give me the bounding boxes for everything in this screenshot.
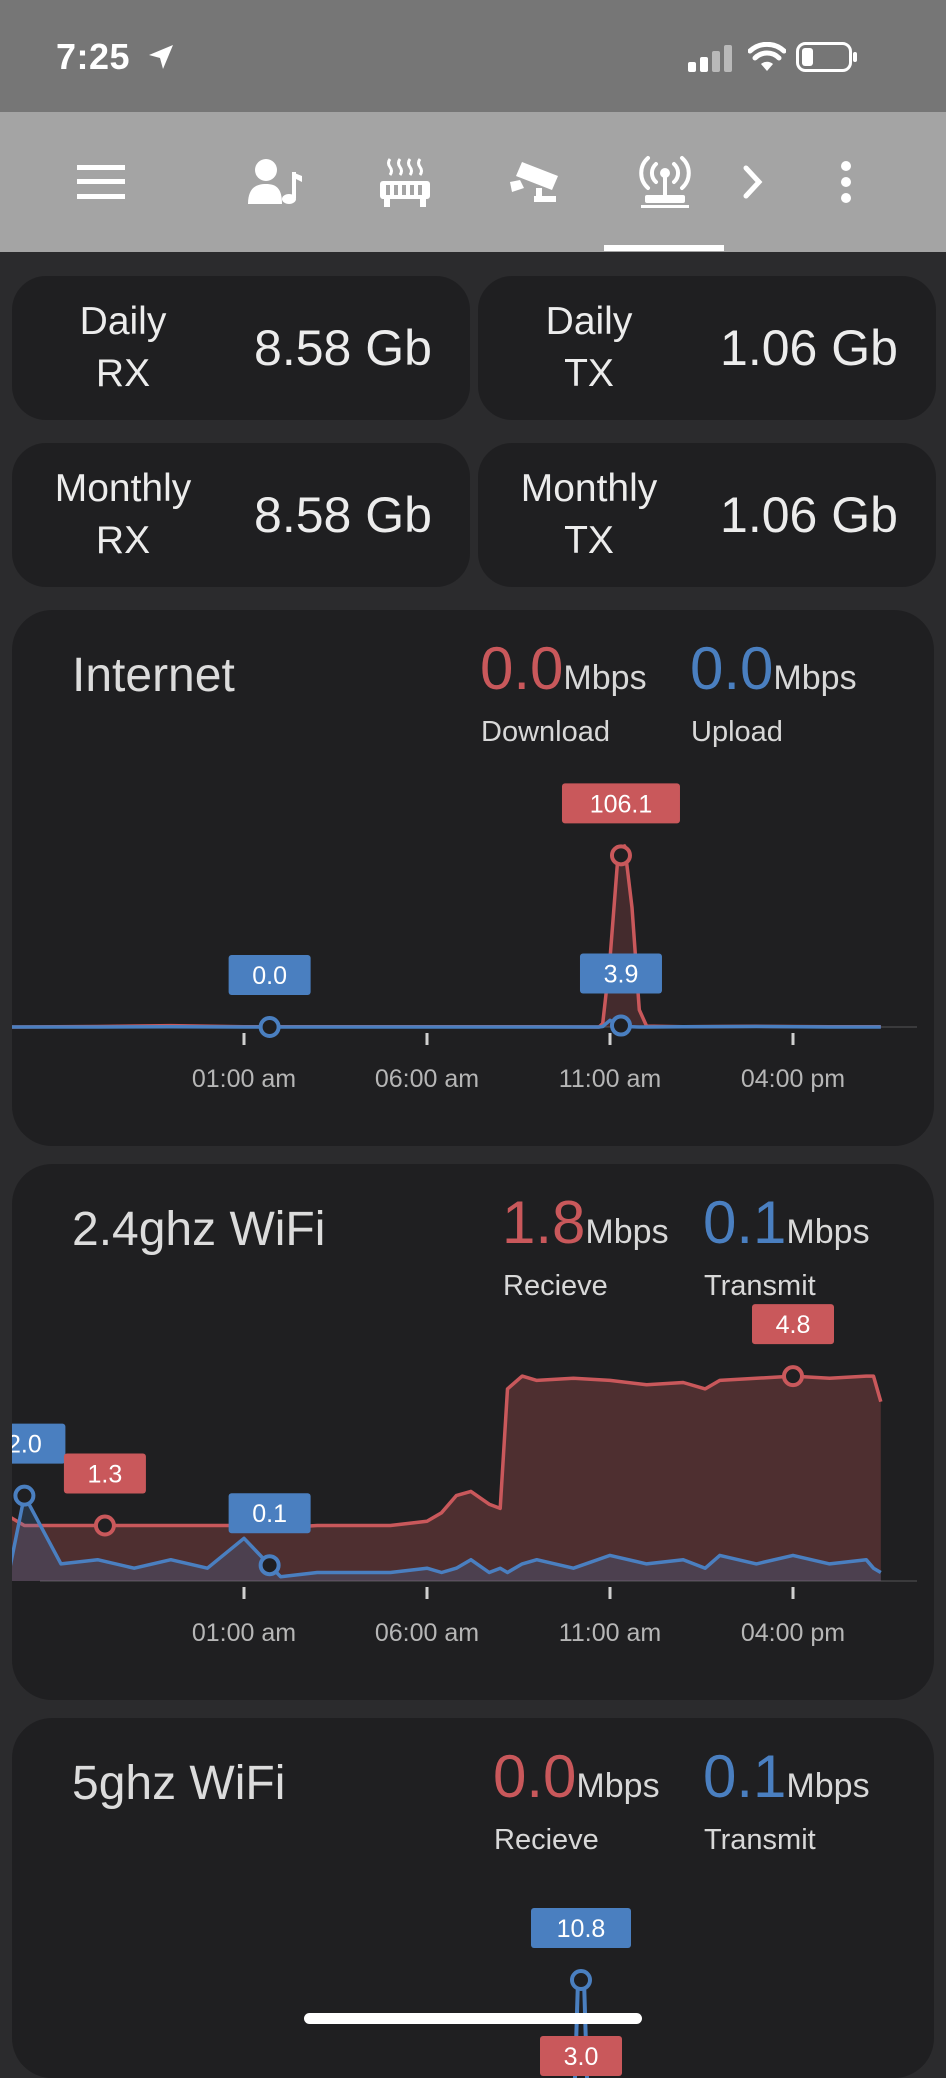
point-marker <box>13 1484 36 1507</box>
signal-icon <box>688 45 732 72</box>
location-arrow-icon <box>148 45 173 69</box>
wifi-status-icon <box>748 42 786 71</box>
stat-card-monthly-rx: Monthly RX 8.58 Gb <box>12 443 470 587</box>
router-icon <box>380 158 430 207</box>
value-label: 3.9 <box>604 961 639 989</box>
wifi-antenna-icon <box>639 156 691 208</box>
tab-media[interactable] <box>240 112 310 252</box>
x-tick-label: 11:00 am <box>559 1065 661 1093</box>
overflow-menu-button[interactable] <box>826 112 866 252</box>
more-vertical-icon <box>841 161 851 203</box>
stat-label: Daily RX <box>79 300 167 395</box>
value-label: 2.0 <box>12 1431 42 1459</box>
stat-value: 8.58 Gb <box>254 320 432 376</box>
point-marker <box>258 1016 281 1038</box>
series-line-1 <box>12 1018 881 1029</box>
stat-label: Monthly RX <box>54 467 192 562</box>
stat-card-monthly-tx: Monthly TX 1.06 Gb <box>478 443 936 587</box>
stat-value: 1.06 Gb <box>720 320 898 376</box>
status-time: 7:25 <box>56 36 175 78</box>
top-nav-bar <box>0 112 946 252</box>
tab-heater[interactable] <box>370 112 440 252</box>
x-tick-label: 01:00 am <box>192 1065 296 1093</box>
stat-card-daily-rx: Daily RX 8.58 Gb <box>12 276 470 420</box>
value-label: 4.8 <box>776 1311 811 1339</box>
wifi-5ghz-chart[interactable]: 10.8 3.0 <box>12 1718 934 2078</box>
x-tick-label: 04:00 pm <box>741 1065 845 1093</box>
wifi-5ghz-card[interactable]: 5ghz WiFi 0.0Mbps Recieve 0.1Mbps Transm… <box>12 1718 934 2078</box>
wifi-24ghz-chart[interactable]: 01:00 am 06:00 am 11:00 am 04:00 pm 2.0 1.3 0.… <box>12 1164 934 1700</box>
status-icons <box>646 0 946 112</box>
x-tick-label: 06:00 am <box>375 1619 479 1647</box>
point-marker <box>93 1514 116 1537</box>
x-tick-label: 04:00 pm <box>741 1619 845 1647</box>
point-marker <box>570 1969 592 1991</box>
value-label: 106.1 <box>590 790 653 818</box>
point-marker <box>258 1554 281 1577</box>
stat-value: 8.58 Gb <box>254 487 432 543</box>
series-area-0 <box>12 845 881 1027</box>
chevron-right-icon <box>743 165 763 199</box>
tab-cameras[interactable] <box>500 112 570 252</box>
stat-label: Monthly TX <box>520 467 658 562</box>
tab-network[interactable] <box>630 112 700 252</box>
menu-button[interactable] <box>66 112 136 252</box>
menu-icon <box>77 165 125 199</box>
tabs-scroll-right-button[interactable] <box>736 112 770 252</box>
stat-label: Daily TX <box>545 300 633 395</box>
point-marker <box>609 844 632 867</box>
status-bar: 7:25 <box>0 0 946 112</box>
series-line-0 <box>12 844 881 1029</box>
value-label: 0.0 <box>252 962 287 990</box>
x-tick-label: 06:00 am <box>375 1065 479 1093</box>
stat-card-daily-tx: Daily TX 1.06 Gb <box>478 276 936 420</box>
internet-chart[interactable]: 01:00 am 06:00 am 11:00 am 04:00 pm 106.1 0.0… <box>12 610 934 1146</box>
active-tab-indicator <box>604 245 724 251</box>
point-marker <box>782 1365 804 1388</box>
security-camera-icon <box>510 162 558 202</box>
wifi-24ghz-card[interactable]: 2.4ghz WiFi 1.8Mbps Recieve 0.1Mbps Tran… <box>12 1164 934 1700</box>
value-label: 1.3 <box>88 1461 123 1489</box>
point-marker <box>609 1014 632 1037</box>
person-music-icon <box>248 159 302 204</box>
value-label: 3.0 <box>564 2043 599 2071</box>
stat-value: 1.06 Gb <box>720 487 898 543</box>
value-label: 10.8 <box>557 1915 606 1943</box>
internet-card[interactable]: Internet 0.0Mbps Download 0.0Mbps Upload… <box>12 610 934 1146</box>
x-tick-label: 01:00 am <box>192 1619 296 1647</box>
battery-icon <box>796 42 857 72</box>
value-label: 0.1 <box>252 1500 287 1528</box>
x-tick-label: 11:00 am <box>559 1619 661 1647</box>
home-indicator <box>304 2013 642 2024</box>
